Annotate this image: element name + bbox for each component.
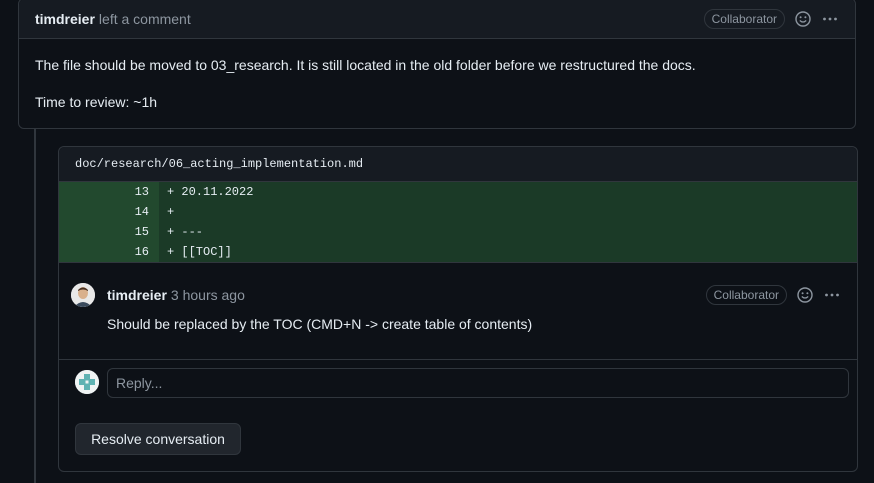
- diff-line: 16 + [[TOC]]: [59, 242, 857, 262]
- diff-hunk: 13 + 20.11.2022 14 + 15 + --- 16 + [[TOC…: [59, 182, 857, 262]
- kebab-menu-icon[interactable]: [823, 286, 841, 304]
- reply-row: [59, 360, 857, 410]
- smiley-icon[interactable]: [794, 10, 812, 28]
- comment-action: left a comment: [98, 10, 191, 27]
- file-path[interactable]: doc/research/06_acting_implementation.md: [59, 147, 857, 182]
- line-code: + 20.11.2022: [167, 185, 254, 199]
- diff-line: 14 +: [59, 202, 857, 222]
- line-number[interactable]: 13: [59, 182, 159, 202]
- diff-line: 13 + 20.11.2022: [59, 182, 857, 202]
- smiley-icon[interactable]: [796, 286, 814, 304]
- kebab-menu-icon[interactable]: [821, 10, 839, 28]
- line-number[interactable]: 14: [59, 202, 159, 222]
- line-code: + ---: [167, 225, 204, 239]
- review-comment-header: timdreier 3 hours ago Collaborator: [107, 285, 841, 305]
- line-code: +: [167, 205, 175, 219]
- line-code: + [[TOC]]: [167, 245, 232, 259]
- diff-line: 15 + ---: [59, 222, 857, 242]
- comment-text: Should be replaced by the TOC (CMD+N -> …: [107, 316, 533, 332]
- line-number[interactable]: 15: [59, 222, 159, 242]
- comment-paragraph: Time to review: ~1h: [35, 94, 158, 110]
- comment-header: timdreier left a comment Collaborator: [19, 0, 855, 39]
- line-number[interactable]: 16: [59, 242, 159, 262]
- avatar[interactable]: [71, 283, 95, 307]
- resolve-conversation-button[interactable]: Resolve conversation: [75, 423, 241, 455]
- comment-timestamp[interactable]: 3 hours ago: [171, 287, 245, 303]
- review-comment: timdreier 3 hours ago Collaborator Shoul…: [59, 262, 857, 360]
- comment-author[interactable]: timdreier: [107, 287, 167, 303]
- current-user-avatar: [75, 370, 99, 394]
- reply-input[interactable]: [107, 368, 849, 398]
- comment-body: The file should be moved to 03_research.…: [19, 39, 855, 145]
- comment-author[interactable]: timdreier: [35, 11, 95, 27]
- collaborator-badge: Collaborator: [703, 8, 785, 29]
- top-comment: timdreier left a comment Collaborator Th…: [18, 0, 856, 129]
- comment-paragraph: The file should be moved to 03_research.…: [35, 57, 696, 73]
- collaborator-badge: Collaborator: [705, 285, 787, 305]
- review-thread: doc/research/06_acting_implementation.md…: [58, 146, 858, 472]
